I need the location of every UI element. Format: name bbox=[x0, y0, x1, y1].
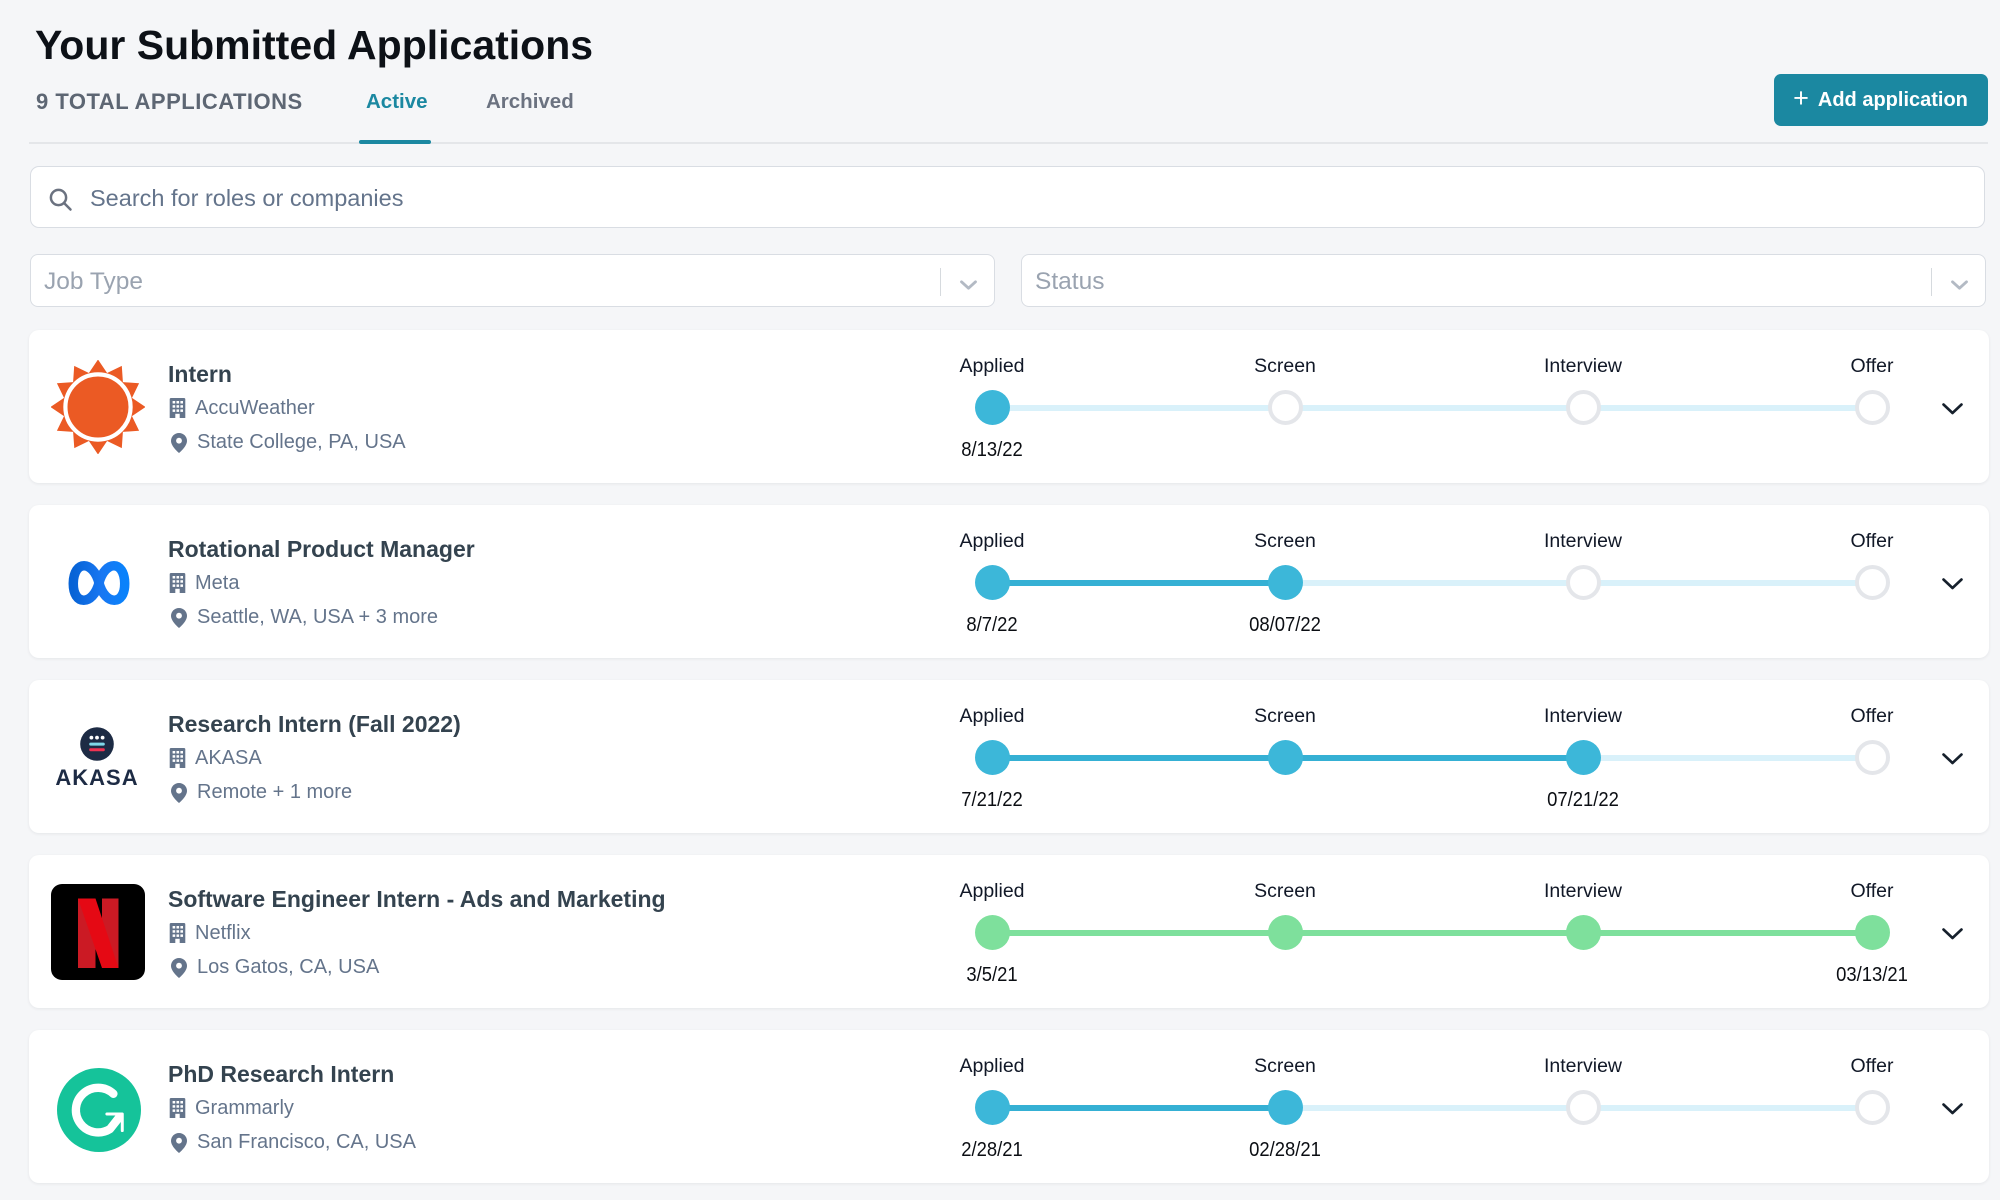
svg-text:AKASA: AKASA bbox=[55, 765, 138, 789]
